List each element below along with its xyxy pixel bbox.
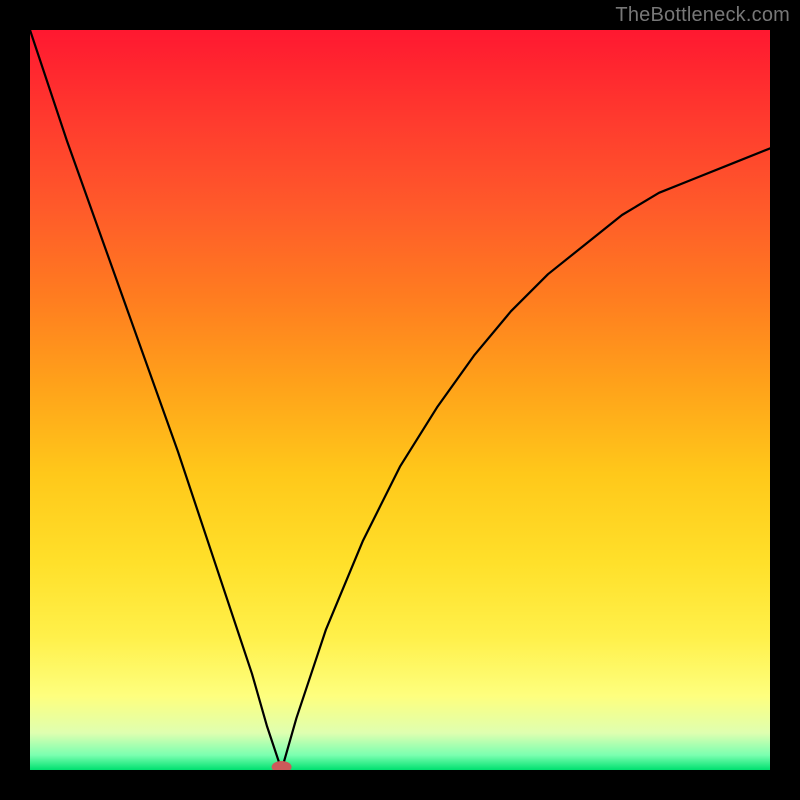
bottleneck-curve — [30, 30, 770, 770]
chart-frame: TheBottleneck.com — [0, 0, 800, 800]
minimum-marker — [272, 761, 292, 770]
curve-layer — [30, 30, 770, 770]
attribution-text: TheBottleneck.com — [615, 4, 790, 27]
plot-area — [30, 30, 770, 770]
